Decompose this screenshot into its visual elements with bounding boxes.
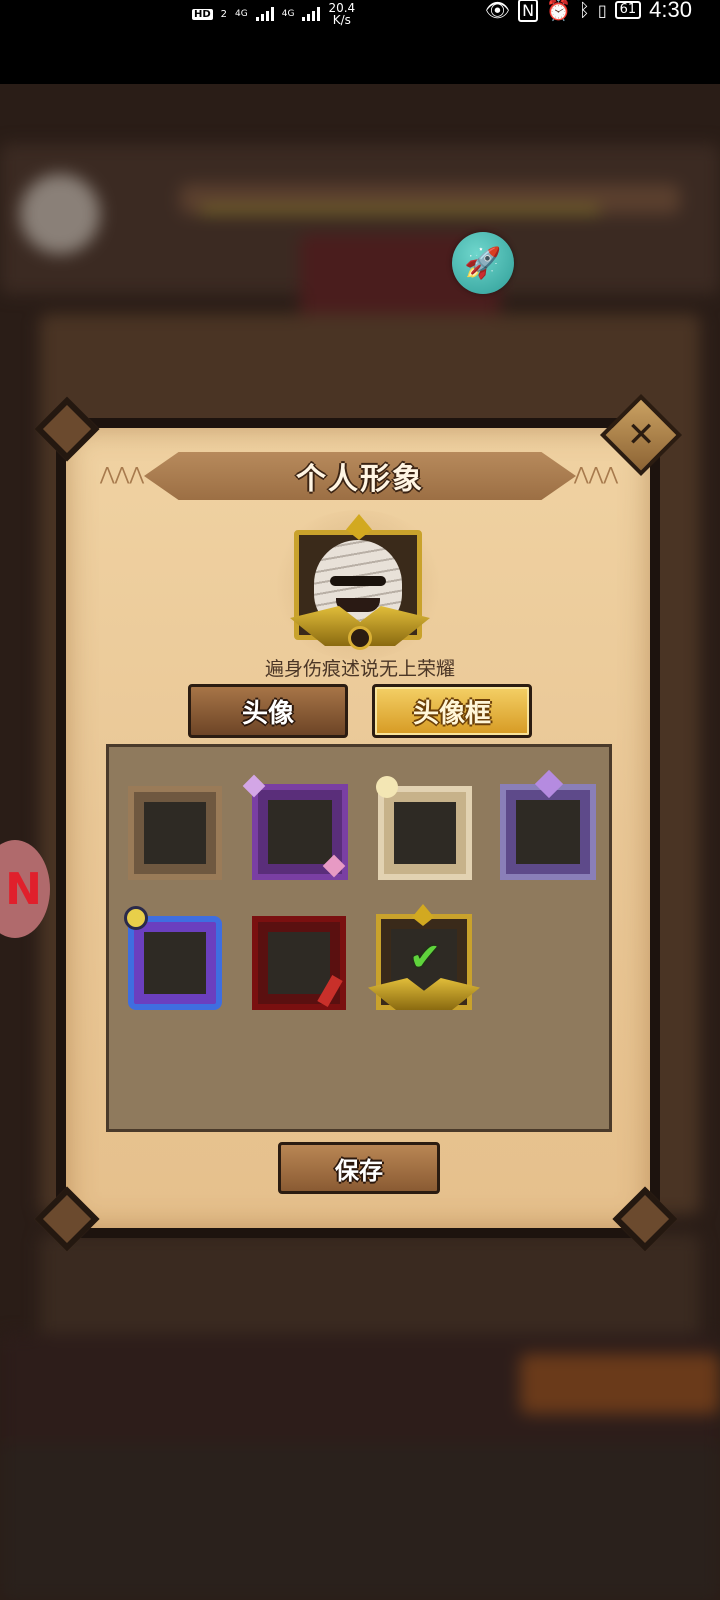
status-right: 👁 N ⏰ ᛒ ▯ 61 4:30 [484,0,692,22]
frame-option-4[interactable] [500,784,596,880]
frame-option-5[interactable] [128,916,222,1010]
network-speed-unit: K/s [332,13,351,27]
title-banner: 个人形象 [144,452,576,500]
nfc-icon: N [518,0,539,22]
sim-slot: 2 [220,8,228,20]
title-deco-right: ⋀⋀⋀ [573,464,619,485]
title-deco-left: ⋀⋀⋀ [99,464,145,485]
planet-orb-icon [376,776,398,798]
bluetooth-icon: ᛒ [579,0,590,21]
rocket-icon: 🚀 [464,245,502,281]
moon-icon [124,906,148,930]
bg-nav-bar [0,1444,720,1600]
alarm-icon: ⏰ [546,0,571,22]
network-type-2: 4G [281,9,295,19]
eye-comfort-icon: 👁 [484,0,511,22]
status-bar: HD 2 4G 4G 20.4 K/s 👁 N ⏰ ᛒ ▯ 61 4:30 [0,0,720,84]
bg-gold-bar [200,206,600,214]
bg-orange-button [520,1354,720,1414]
hd-badge: HD [192,8,213,20]
network-type-1: 4G [235,9,248,19]
rocket-float-button[interactable]: 🚀 [452,232,514,294]
frame-option-3[interactable] [378,786,472,880]
tab-avatar-frame[interactable]: 头像框 [372,684,532,738]
moon-cosmic-frame-icon [144,932,206,994]
close-icon: ✕ [626,415,656,455]
network-speed: 20.4 K/s [328,2,355,26]
avatar-eyes [330,576,386,586]
save-button[interactable]: 保存 [278,1142,440,1194]
dialog-title: 个人形象 [296,462,424,497]
signal-icon-2 [302,7,321,21]
selected-check-icon: ✔ [409,935,441,979]
battery-icon: 61 [614,1,642,19]
tab-avatar[interactable]: 头像 [188,684,348,738]
bg-character-portrait [20,174,100,254]
vibrate-icon: ▯ [597,0,607,20]
purple-gem-frame-icon [268,800,332,864]
silver-planet-frame-icon [394,802,456,864]
game-logo-icon: N [5,863,42,915]
status-left: HD 2 4G 4G 20.4 K/s [192,0,355,28]
clock: 4:30 [649,0,692,22]
crystal-crown-frame-icon [516,800,580,864]
signal-icon [255,7,274,21]
frame-description: 遍身伤痕述说无上荣耀 [264,658,455,680]
frame-option-1[interactable] [128,786,222,880]
avatar-emblem-icon [348,626,372,650]
basic-wood-frame-icon [144,802,206,864]
red-dagger-frame-icon [268,932,330,994]
